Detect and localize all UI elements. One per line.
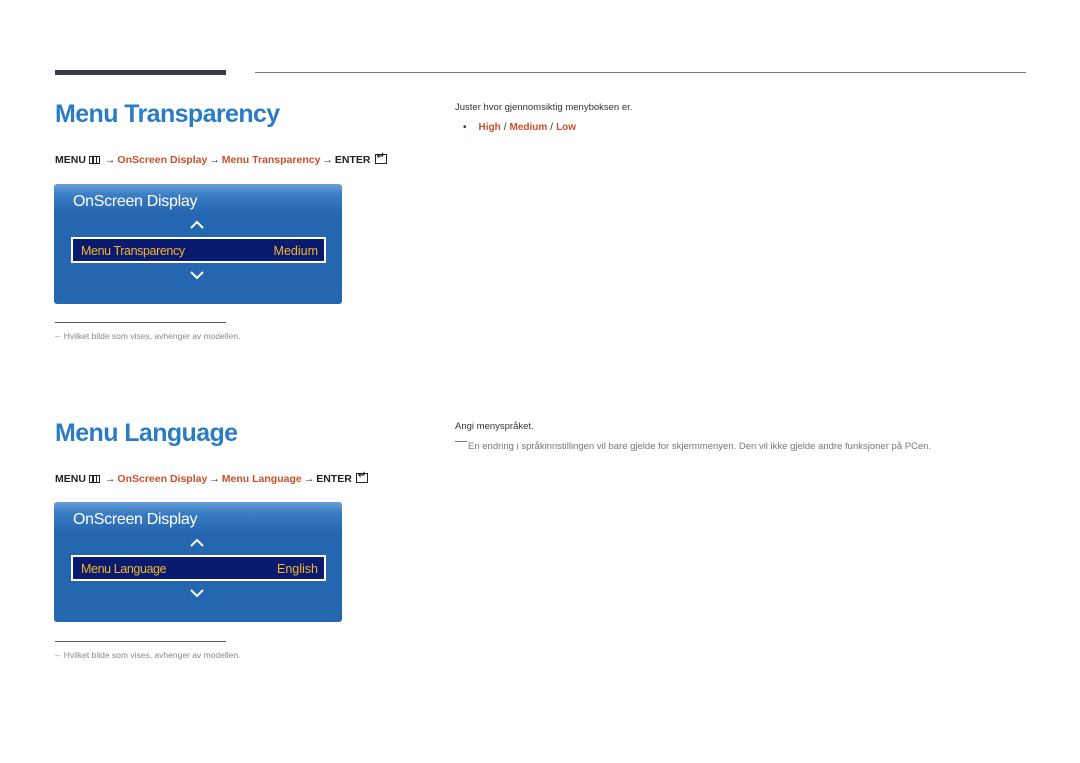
- breadcrumb-enter: ENTER: [316, 473, 352, 485]
- osd-row-menu-language[interactable]: Menu Language English: [71, 555, 326, 581]
- menu-icon: [88, 156, 100, 164]
- breadcrumb-menu-language: MENU → OnScreen Display → Menu Language → ENTE…: [55, 470, 368, 485]
- section-title-menu-transparency: Menu Transparency: [55, 100, 280, 128]
- osd-row-label: Menu Language: [81, 562, 167, 576]
- option-low: Low: [556, 122, 577, 133]
- option-high: High: [478, 122, 501, 133]
- header-rule-thick: [55, 70, 226, 75]
- chevron-down-icon[interactable]: [190, 268, 204, 282]
- breadcrumb-menu: MENU: [55, 154, 86, 166]
- breadcrumb-enter: ENTER: [334, 154, 371, 166]
- footnote-divider: [55, 641, 226, 642]
- description-menu-language: Angi menyspråket.: [455, 421, 534, 432]
- breadcrumb-menu-language-link[interactable]: Menu Language: [222, 473, 302, 485]
- section-title-menu-language: Menu Language: [55, 419, 238, 447]
- chevron-up-icon[interactable]: [190, 218, 204, 232]
- chevron-up-icon[interactable]: [190, 536, 204, 550]
- footnote-menu-language: – Hvilket bilde som vises, avhenger av mo…: [55, 650, 240, 660]
- arrow-icon: →: [322, 154, 333, 166]
- description-menu-transparency: Juster hvor gjennomsiktig menyboksen er.: [455, 102, 633, 113]
- arrow-icon: →: [303, 473, 315, 485]
- breadcrumb-onscreen-display[interactable]: OnScreen Display: [117, 154, 207, 166]
- header-rule-thin: [255, 72, 1026, 73]
- dash-icon: –: [55, 650, 60, 660]
- osd-row-value: English: [277, 562, 318, 576]
- footnote-text: Hvilket bilde som vises, avhenger av mod…: [63, 331, 241, 341]
- arrow-icon: →: [104, 154, 116, 166]
- note-text: En endring i språkinnstillingen vil bare…: [468, 441, 932, 452]
- separator: /: [503, 122, 507, 133]
- note-menu-language: En endring i språkinnstillingen vil bare…: [455, 441, 931, 452]
- osd-panel-menu-transparency: OnScreen Display Menu Transparency Mediu…: [54, 184, 342, 304]
- breadcrumb-menu-transparency: MENU → OnScreen Display → Menu Transparency →…: [55, 151, 387, 166]
- osd-title: OnScreen Display: [73, 193, 198, 210]
- option-medium: Medium: [509, 122, 548, 133]
- enter-icon: [374, 151, 387, 164]
- bullet-icon: •: [463, 122, 467, 133]
- osd-row-menu-transparency[interactable]: Menu Transparency Medium: [71, 237, 326, 263]
- footnote-text: Hvilket bilde som vises, avhenger av mod…: [63, 650, 241, 660]
- osd-row-value: Medium: [273, 244, 318, 258]
- chevron-down-icon[interactable]: [190, 586, 204, 600]
- arrow-icon: →: [104, 473, 116, 485]
- osd-title: OnScreen Display: [73, 511, 198, 528]
- breadcrumb-menu: MENU: [55, 473, 86, 485]
- arrow-icon: →: [209, 473, 220, 485]
- separator: /: [550, 122, 554, 133]
- arrow-icon: →: [209, 154, 220, 166]
- note-dash-icon: [455, 441, 467, 442]
- breadcrumb-onscreen-display[interactable]: OnScreen Display: [117, 473, 207, 485]
- dash-icon: –: [55, 331, 60, 341]
- footnote-divider: [55, 322, 226, 323]
- menu-icon: [88, 475, 100, 483]
- options-list: • High / Medium / Low: [463, 122, 576, 133]
- breadcrumb-menu-transparency-link[interactable]: Menu Transparency: [222, 154, 321, 166]
- footnote-menu-transparency: – Hvilket bilde som vises, avhenger av mo…: [55, 331, 240, 341]
- osd-row-label: Menu Transparency: [81, 244, 185, 258]
- enter-icon: [355, 470, 368, 483]
- osd-panel-menu-language: OnScreen Display Menu Language English: [54, 502, 342, 622]
